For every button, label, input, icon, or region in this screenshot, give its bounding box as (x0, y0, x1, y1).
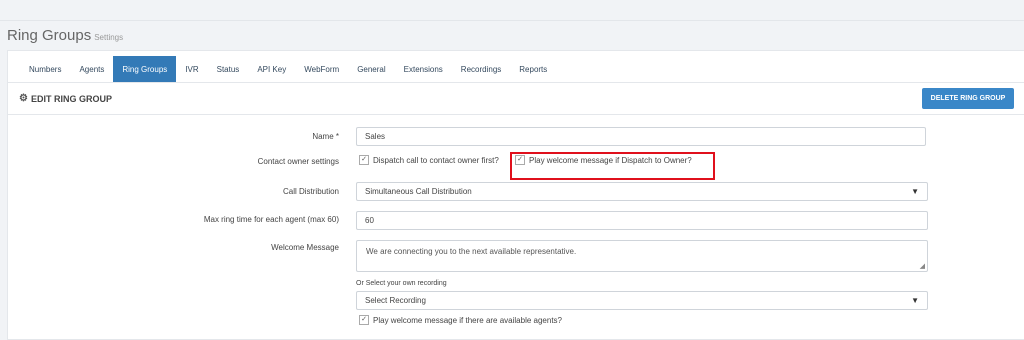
dispatch-owner-text: Dispatch call to contact owner first? (373, 155, 499, 165)
page-title-text: Ring Groups (7, 27, 92, 44)
welcome-message-value: We are connecting you to the next availa… (366, 247, 577, 256)
tab-agents[interactable]: Agents (70, 56, 113, 82)
tab-webform[interactable]: WebForm (295, 56, 348, 82)
play-welcome-agents-text: Play welcome message if there are availa… (373, 315, 562, 325)
tab-api-key[interactable]: API Key (248, 56, 295, 82)
top-bar (0, 0, 1024, 21)
tab-bar: Numbers Agents Ring Groups IVR Status AP… (20, 56, 556, 82)
max-ring-label: Max ring time for each agent (max 60) (203, 215, 339, 224)
delete-ring-group-button[interactable]: DELETE RING GROUP (922, 88, 1014, 109)
resize-handle-icon[interactable]: ◢ (920, 262, 925, 270)
call-distribution-label: Call Distribution (282, 187, 339, 196)
play-welcome-owner-checkbox[interactable]: ✓ (515, 155, 525, 165)
tab-numbers[interactable]: Numbers (20, 56, 70, 82)
page-title: Ring Groups Settings (7, 27, 123, 44)
welcome-message-label: Welcome Message (271, 243, 339, 252)
name-input[interactable]: Sales (356, 127, 926, 146)
or-select-recording-label: Or Select your own recording (356, 280, 447, 287)
chevron-down-icon: ▼ (911, 187, 919, 196)
tab-general[interactable]: General (348, 56, 394, 82)
dispatch-owner-checkbox[interactable]: ✓ (359, 155, 369, 165)
play-welcome-agents-option[interactable]: ✓ Play welcome message if there are avai… (359, 315, 562, 325)
dispatch-owner-option[interactable]: ✓ Dispatch call to contact owner first? (359, 155, 499, 165)
max-ring-input[interactable]: 60 (356, 211, 928, 230)
welcome-message-textarea[interactable]: We are connecting you to the next availa… (356, 240, 928, 272)
tab-divider (7, 82, 1024, 83)
section-divider (7, 114, 1024, 115)
tab-status[interactable]: Status (208, 56, 249, 82)
section-title-text: EDIT RING GROUP (30, 93, 112, 104)
call-distribution-select[interactable]: Simultaneous Call Distribution ▼ (356, 182, 928, 201)
tab-ring-groups[interactable]: Ring Groups (113, 56, 177, 82)
tab-reports[interactable]: Reports (510, 56, 556, 82)
section-title: ⚙ EDIT RING GROUP (19, 93, 112, 104)
page-subtitle: Settings (94, 33, 124, 42)
name-value: Sales (365, 132, 386, 141)
play-welcome-agents-checkbox[interactable]: ✓ (359, 315, 369, 325)
tab-extensions[interactable]: Extensions (395, 56, 452, 82)
play-welcome-owner-text: Play welcome message if Dispatch to Owne… (529, 155, 692, 165)
recording-select[interactable]: Select Recording ▼ (356, 291, 928, 310)
chevron-down-icon: ▼ (911, 296, 919, 305)
recording-value: Select Recording (365, 296, 426, 305)
max-ring-value: 60 (365, 216, 374, 225)
play-welcome-owner-option[interactable]: ✓ Play welcome message if Dispatch to Ow… (515, 155, 692, 165)
tab-ivr[interactable]: IVR (176, 56, 207, 82)
call-distribution-value: Simultaneous Call Distribution (365, 187, 472, 196)
tab-recordings[interactable]: Recordings (452, 56, 510, 82)
contact-owner-label: Contact owner settings (257, 157, 339, 166)
gear-icon: ⚙ (19, 93, 28, 104)
name-label: Name * (312, 132, 339, 141)
